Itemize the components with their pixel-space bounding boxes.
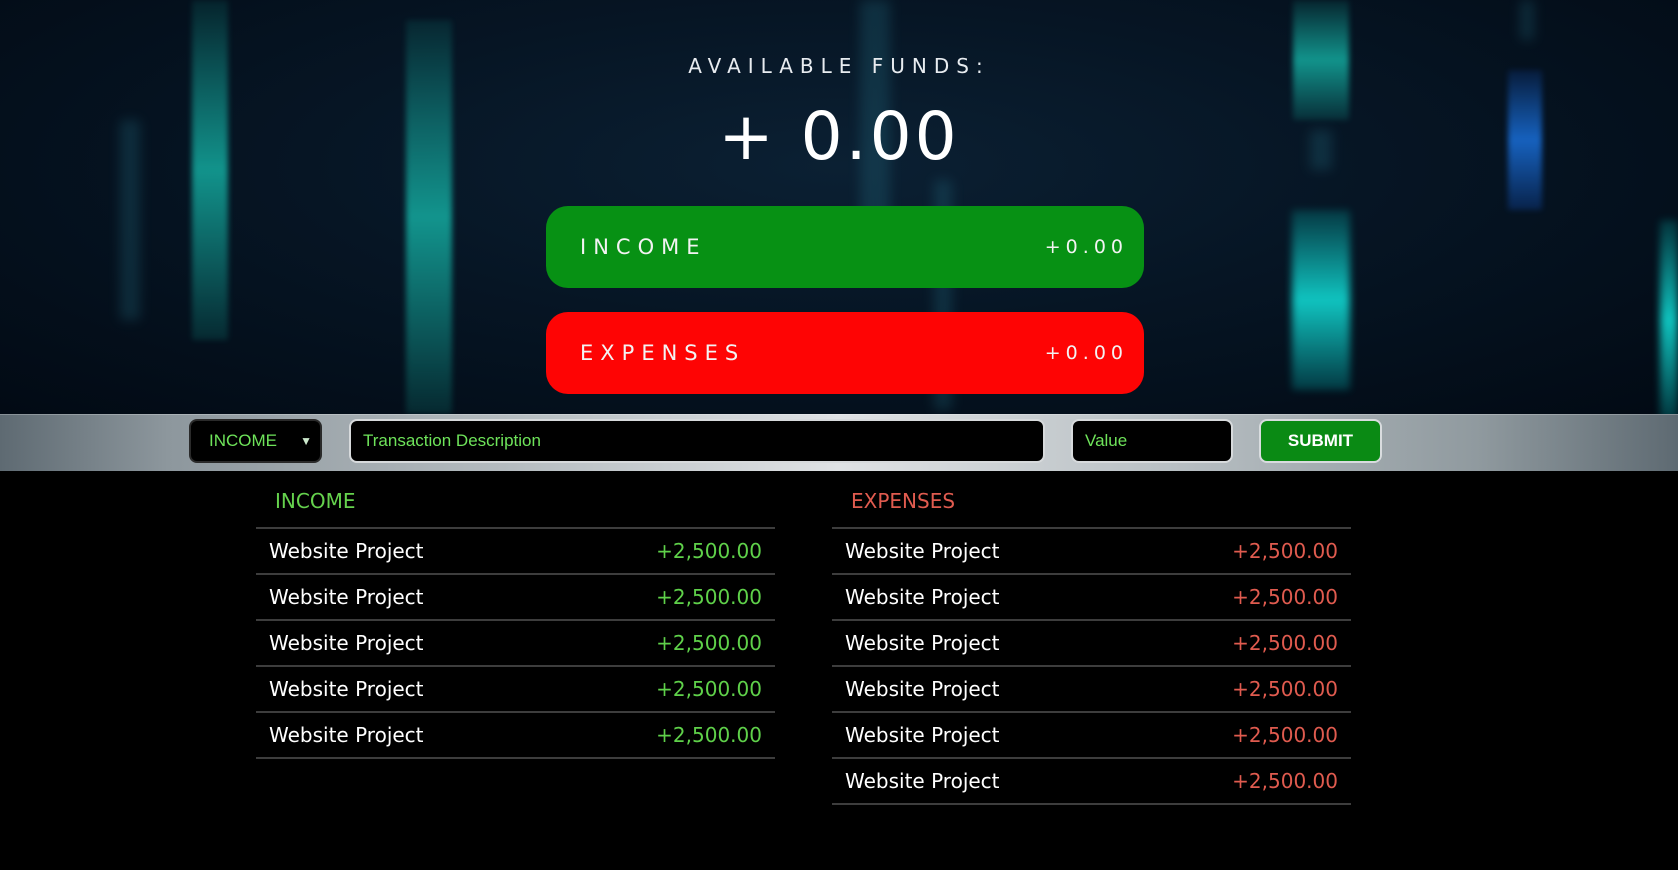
item-value: +2,500.00 — [1232, 631, 1338, 655]
item-value: +2,500.00 — [1232, 769, 1338, 793]
item-value: +2,500.00 — [656, 677, 762, 701]
submit-button[interactable]: SUBMIT — [1259, 419, 1382, 463]
item-description: Website Project — [269, 723, 424, 747]
expenses-list: EXPENSES Website Project +2,500.00 Websi… — [832, 471, 1351, 805]
item-description: Website Project — [269, 585, 424, 609]
item-description: Website Project — [845, 585, 1000, 609]
chevron-down-icon: ▼ — [300, 434, 312, 448]
item-value: +2,500.00 — [656, 539, 762, 563]
list-item[interactable]: Website Project +2,500.00 — [832, 713, 1351, 759]
item-description: Website Project — [845, 631, 1000, 655]
transaction-type-value: INCOME — [209, 431, 277, 450]
income-summary-value: +0.00 — [1044, 236, 1128, 258]
item-value: +2,500.00 — [1232, 585, 1338, 609]
item-value: +2,500.00 — [1232, 539, 1338, 563]
item-description: Website Project — [269, 631, 424, 655]
item-description: Website Project — [845, 769, 1000, 793]
background-glow — [1292, 210, 1350, 390]
income-list-title: INCOME — [256, 471, 775, 529]
item-description: Website Project — [845, 539, 1000, 563]
background-glow — [406, 20, 452, 414]
income-list: INCOME Website Project +2,500.00 Website… — [256, 471, 775, 759]
list-item[interactable]: Website Project +2,500.00 — [832, 575, 1351, 621]
value-input[interactable] — [1071, 419, 1233, 463]
background-glow — [1520, 0, 1534, 40]
available-funds-label: AVAILABLE FUNDS: — [688, 54, 990, 78]
transaction-type-select[interactable]: INCOME ▼ — [189, 419, 322, 463]
available-funds-value: + 0.00 — [718, 98, 960, 175]
list-item[interactable]: Website Project +2,500.00 — [256, 667, 775, 713]
item-value: +2,500.00 — [656, 631, 762, 655]
expenses-summary-value: +0.00 — [1044, 342, 1128, 364]
item-description: Website Project — [269, 539, 424, 563]
list-item[interactable]: Website Project +2,500.00 — [832, 759, 1351, 805]
description-input[interactable] — [349, 419, 1045, 463]
list-item[interactable]: Website Project +2,500.00 — [256, 575, 775, 621]
list-item[interactable]: Website Project +2,500.00 — [832, 667, 1351, 713]
item-description: Website Project — [845, 723, 1000, 747]
income-summary-label: INCOME — [580, 235, 707, 259]
transaction-input-bar: INCOME ▼ SUBMIT — [0, 414, 1678, 471]
item-value: +2,500.00 — [656, 723, 762, 747]
list-item[interactable]: Website Project +2,500.00 — [832, 621, 1351, 667]
item-value: +2,500.00 — [1232, 723, 1338, 747]
item-value: +2,500.00 — [656, 585, 762, 609]
background-glow — [1660, 220, 1678, 414]
expenses-summary-card: EXPENSES +0.00 — [546, 312, 1144, 394]
list-item[interactable]: Website Project +2,500.00 — [256, 621, 775, 667]
item-value: +2,500.00 — [1232, 677, 1338, 701]
hero-header: AVAILABLE FUNDS: + 0.00 INCOME +0.00 EXP… — [0, 0, 1678, 414]
expenses-summary-label: EXPENSES — [580, 341, 746, 365]
list-item[interactable]: Website Project +2,500.00 — [256, 529, 775, 575]
list-item[interactable]: Website Project +2,500.00 — [256, 713, 775, 759]
item-description: Website Project — [269, 677, 424, 701]
list-item[interactable]: Website Project +2,500.00 — [832, 529, 1351, 575]
expenses-list-title: EXPENSES — [832, 471, 1351, 529]
income-summary-card: INCOME +0.00 — [546, 206, 1144, 288]
item-description: Website Project — [845, 677, 1000, 701]
